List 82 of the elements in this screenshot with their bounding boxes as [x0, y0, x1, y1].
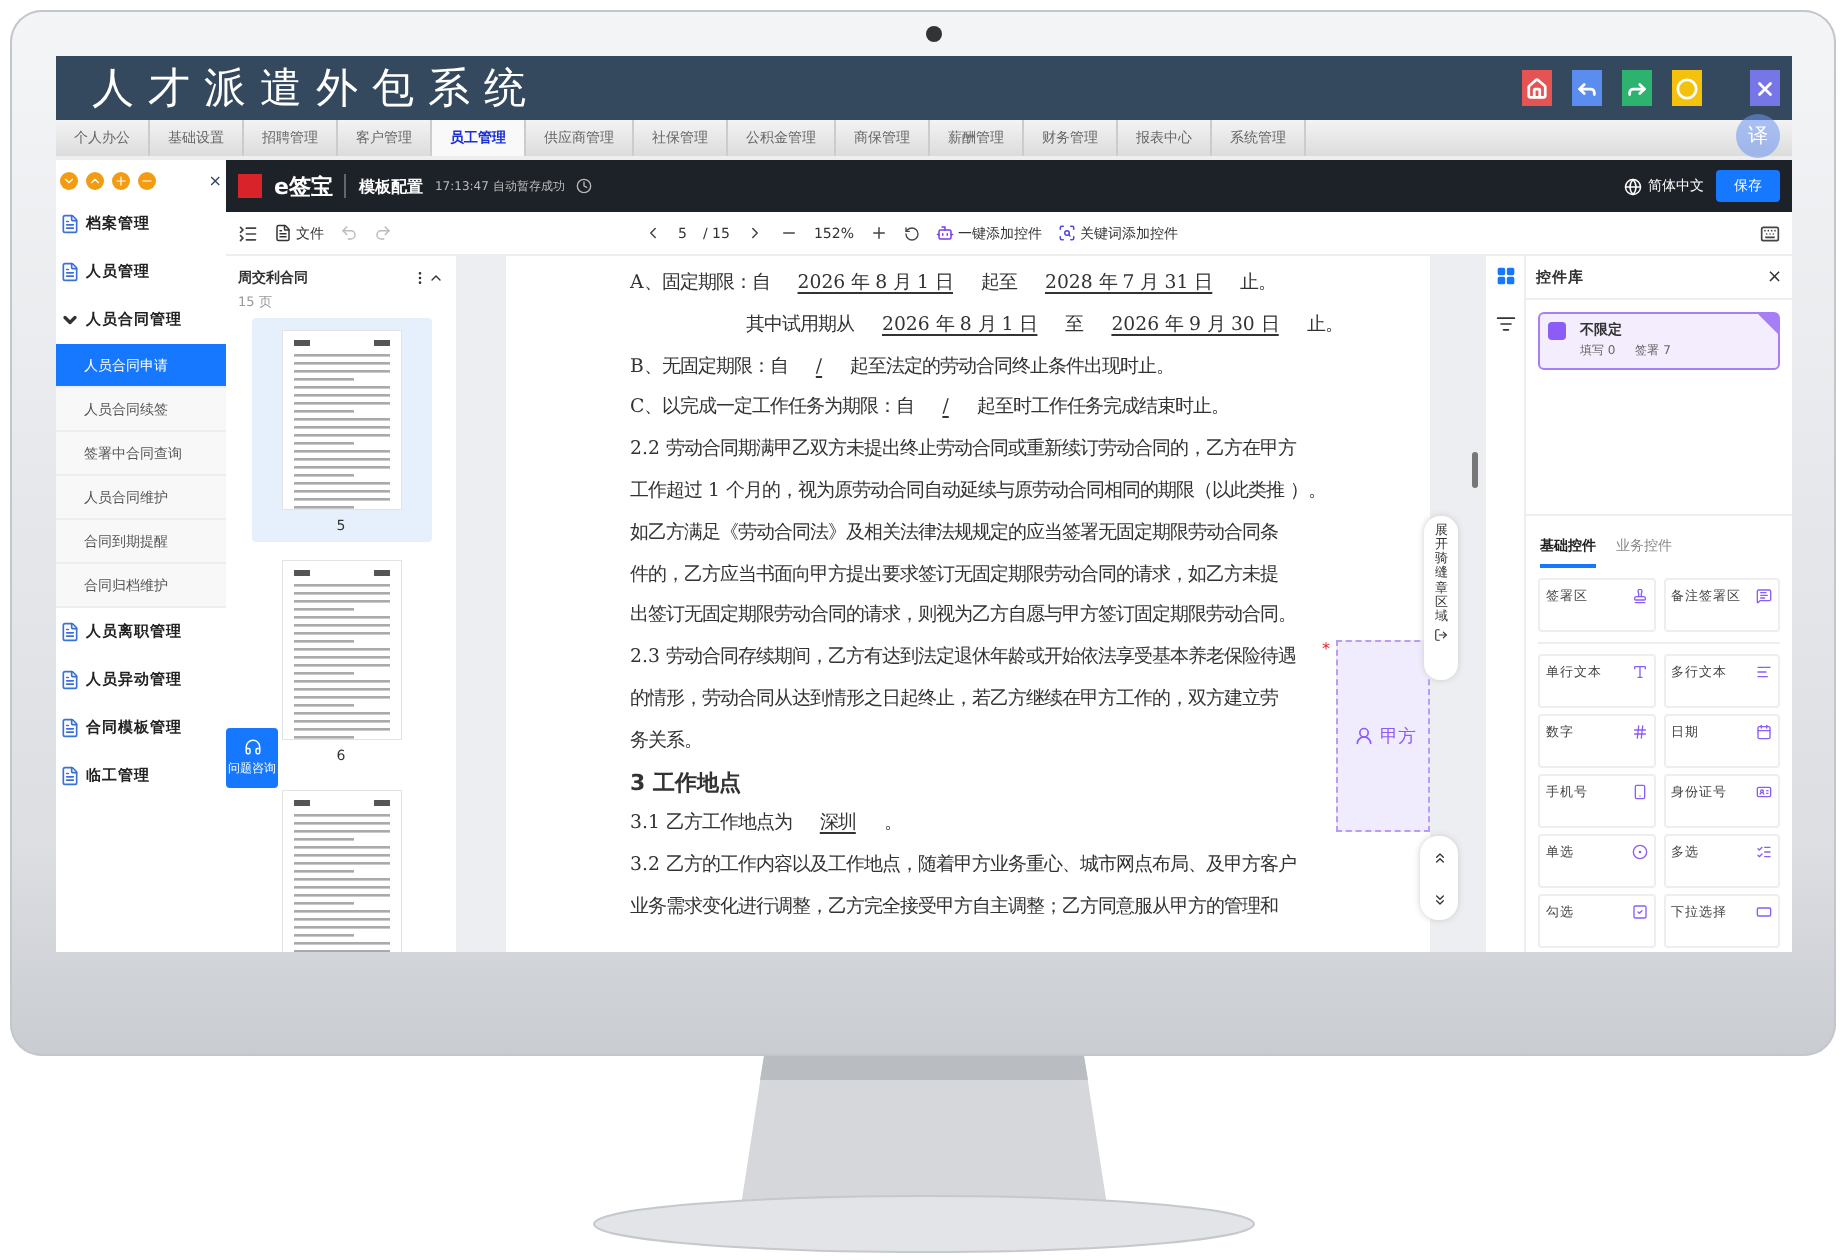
close-icon — [1754, 77, 1776, 99]
circle-button[interactable] — [1672, 70, 1702, 106]
text-icon — [1631, 664, 1647, 680]
document-icon — [60, 622, 80, 642]
document-text: 的情形，劳动合同从达到情形之日起终止，若乙方继续在甲方工作的，双方建立劳 — [630, 685, 1278, 714]
plus-icon[interactable] — [112, 171, 130, 189]
document-text: 2.3 劳动合同存续期间，乙方有达到法定退休年龄或开始依法享受基本养老保险待遇 — [630, 644, 1296, 673]
page-thumbnail[interactable] — [281, 330, 401, 510]
scroll-buttons[interactable] — [1420, 836, 1458, 920]
top-icon — [1431, 849, 1447, 865]
zoom-in-icon — [869, 224, 888, 242]
document-text: A、固定期限：自 2026 年 8 月 1 日 起至 2028 年 7 月 31 日 止。 — [630, 270, 1277, 298]
document-text: 务关系。 — [630, 727, 702, 756]
document-icon — [60, 262, 80, 282]
section-heading: 3 工作地点 — [630, 767, 741, 800]
rotate-icon — [903, 225, 920, 241]
close-icon[interactable]: × — [1766, 267, 1782, 287]
camera-icon — [926, 26, 942, 42]
outline-icon — [238, 223, 258, 243]
headset-icon — [243, 738, 261, 756]
document-text: 3.1 乙方工作地点为 深圳 。 — [630, 810, 902, 839]
lines-icon — [1756, 664, 1772, 680]
redo-icon — [374, 224, 392, 242]
document-icon — [60, 766, 80, 786]
file-icon — [274, 224, 292, 242]
grid-icon — [1495, 266, 1515, 286]
search-icon — [1057, 224, 1076, 242]
checkbox-icon — [1631, 904, 1647, 920]
up-icon[interactable] — [86, 171, 104, 189]
document-text: 其中试用期从 2026 年 8 月 1 日 至 2026 年 9 月 30 日 止。 — [744, 311, 1343, 340]
id-card-icon — [1756, 784, 1772, 800]
exit-icon — [1434, 627, 1448, 642]
back-arrow-icon — [1576, 77, 1598, 99]
document-text: C、以完成一定工作任务为期限：自 / 起至时工作任务完成结束时止。 — [630, 394, 1229, 423]
document-text: 2.2 劳动合同期满甲乙双方未提出终止劳动合同或重新续订劳动合同的，乙方在甲方 — [630, 436, 1296, 465]
required-mark: * — [1322, 640, 1330, 658]
document-text: 如乙方满足《劳动合同法》及相关法律法规规定的应当签署无固定期限劳动合同条 — [630, 519, 1278, 548]
document-text: 业务需求变化进行调整，乙方完全接受甲方自主调整；乙方同意服从甲方的管理和 — [630, 893, 1278, 922]
undo-icon — [340, 224, 358, 242]
scrollbar-thumb[interactable] — [1472, 452, 1478, 488]
clock-icon — [576, 178, 593, 194]
phone-icon — [1631, 784, 1647, 800]
robot-icon — [935, 224, 954, 242]
document-text: 3.2 乙方的工作内容以及工作地点，随着甲方业务重心、城市网点布局、及甲方客户 — [630, 852, 1296, 881]
calendar-icon — [1756, 724, 1772, 740]
home-icon — [1526, 77, 1548, 99]
previous-page-icon — [644, 224, 662, 242]
forward-arrow-button[interactable] — [1622, 70, 1652, 106]
list-icon — [1756, 844, 1772, 860]
minus-icon[interactable] — [138, 171, 156, 189]
note-icon — [1756, 588, 1772, 604]
list-icon — [1495, 314, 1515, 334]
down-icon[interactable] — [60, 171, 78, 189]
app-title: 人才派遣外包系统 — [92, 62, 540, 116]
circle-icon — [1676, 77, 1698, 99]
stamp-icon — [1631, 588, 1647, 604]
keyboard-icon — [1760, 223, 1780, 243]
number-icon — [1631, 724, 1647, 740]
person-icon — [1354, 726, 1374, 746]
document-text: 出签订无固定期限劳动合同的请求，则视为乙方自愿与甲方签订固定期限劳动合同。 — [630, 602, 1296, 631]
chevron-icon — [60, 310, 80, 330]
forward-arrow-icon — [1626, 77, 1648, 99]
signature-field[interactable]: 甲方 — [1336, 640, 1430, 832]
document-text: 件的，乙方应当书面向甲方提出要求签订无固定期限劳动合同的请求，如乙方未提 — [630, 561, 1278, 590]
bottom-icon — [1431, 891, 1447, 907]
document-icon — [60, 670, 80, 690]
document-text: 工作超过 1 个月的，视为原劳动合同自动延续与原劳动合同相同的期限（以此类推 ）。 — [630, 477, 1326, 506]
close-button[interactable] — [1750, 70, 1780, 106]
page-thumbnail[interactable] — [281, 560, 401, 740]
back-arrow-button[interactable] — [1572, 70, 1602, 106]
document-icon — [60, 214, 80, 234]
home-button[interactable] — [1522, 70, 1552, 106]
document-text: B、无固定期限：自 / 起至法定的劳动合同终止条件出现时止。 — [630, 353, 1175, 382]
brand-name: e签宝 — [274, 171, 333, 201]
collapse-icon — [428, 270, 444, 286]
page-title: 模板配置 — [358, 175, 423, 197]
document-icon — [60, 718, 80, 738]
close-icon[interactable]: × — [208, 171, 222, 189]
dropdown-icon — [1756, 904, 1772, 920]
logo-icon — [238, 174, 262, 198]
radio-icon — [1631, 844, 1647, 860]
globe-icon — [1624, 177, 1642, 195]
